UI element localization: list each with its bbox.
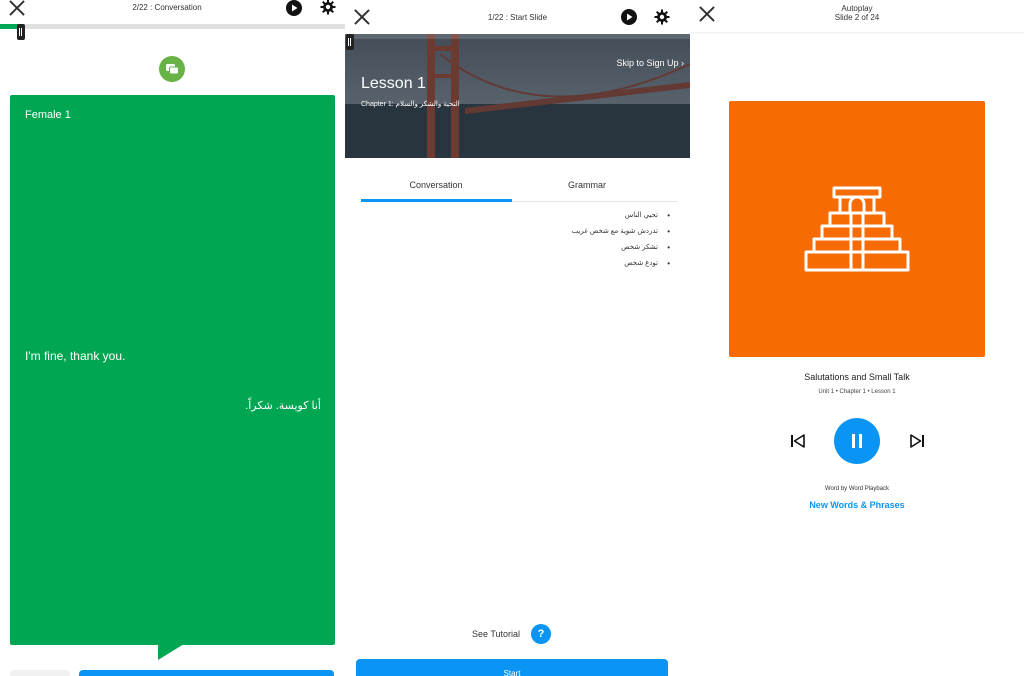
play-icon[interactable]: [621, 9, 637, 25]
start-button[interactable]: Start: [356, 659, 668, 676]
gear-icon[interactable]: [320, 0, 336, 15]
conversation-bubble: Female 1 I'm fine, thank you. أنا كويسة.…: [10, 95, 335, 645]
list-item: تحيي الناس: [412, 210, 670, 226]
skip-to-signup-link[interactable]: Skip to Sign Up ›: [616, 58, 684, 68]
lesson-banner: [345, 34, 690, 158]
skip-label: Skip to Sign Up: [616, 58, 679, 68]
lesson-title: Salutations and Small Talk: [804, 372, 910, 382]
bubble-tail: [158, 644, 184, 660]
secondary-button[interactable]: [10, 670, 70, 676]
tab-grammar[interactable]: Grammar: [512, 180, 662, 190]
conversation-panel: 2/22 : Conversation Female 1 I'm fine, t…: [0, 0, 345, 676]
screen: 2/22 : Conversation Female 1 I'm fine, t…: [0, 0, 1024, 676]
close-icon[interactable]: [351, 6, 373, 28]
lesson-subtitle: Chapter 1: التحية والشكر والسلام: [361, 101, 460, 108]
lesson-breadcrumb: Unit 1 • Chapter 1 • Lesson 1: [818, 389, 896, 395]
lesson-artwork: [729, 101, 985, 357]
list-item: تشكر شخص: [412, 242, 670, 258]
phrase-arabic[interactable]: أنا كويسة. شكراً.: [245, 399, 321, 412]
topic-list: تحيي الناس تدردش شوية مع شخص غريب تشكر ش…: [412, 210, 670, 274]
progress-bar[interactable]: [0, 24, 345, 29]
primary-button[interactable]: [79, 670, 334, 676]
banner-progress: [345, 34, 690, 39]
chat-icon: [159, 56, 185, 82]
header-title: 2/22 : Conversation: [132, 3, 202, 12]
pause-button[interactable]: [834, 418, 880, 464]
play-icon[interactable]: [286, 0, 302, 16]
skip-previous-icon[interactable]: [790, 434, 806, 453]
tab-conversation[interactable]: Conversation: [361, 180, 511, 190]
autoplay-panel: Autoplay Slide 2 of 24 Salutations and S…: [690, 0, 1024, 676]
header-title: 1/22 : Start Slide: [487, 13, 548, 22]
list-item: تودع شخص: [412, 258, 670, 274]
phrase-english[interactable]: I'm fine, thank you.: [25, 349, 125, 363]
temple-icon: [804, 186, 910, 272]
scrub-handle[interactable]: [346, 34, 354, 50]
tab-bar: Conversation Grammar: [361, 176, 678, 202]
close-icon[interactable]: [6, 0, 28, 19]
bridge-photo: [345, 34, 690, 158]
autoplay-label: Autoplay: [841, 4, 873, 13]
slide-counter: Slide 2 of 24: [834, 13, 880, 22]
new-words-phrases-link[interactable]: New Words & Phrases: [690, 500, 1024, 510]
skip-next-icon[interactable]: [909, 434, 925, 453]
scrub-handle[interactable]: [17, 24, 25, 40]
speaker-label: Female 1: [25, 109, 71, 121]
help-icon[interactable]: ?: [531, 624, 551, 644]
see-tutorial-link[interactable]: See Tutorial: [472, 629, 520, 639]
list-item: تدردش شوية مع شخص غريب: [412, 226, 670, 242]
close-icon[interactable]: [696, 3, 718, 25]
gear-icon[interactable]: [654, 9, 670, 25]
word-by-word-label: Word by Word Playback: [824, 486, 890, 492]
active-tab-indicator: [361, 199, 512, 202]
start-slide-panel: 1/22 : Start Slide Lesson 1 Chapter 1: ا…: [345, 0, 690, 676]
lesson-title: Lesson 1: [361, 75, 426, 92]
chevron-right-icon: ›: [681, 58, 684, 68]
